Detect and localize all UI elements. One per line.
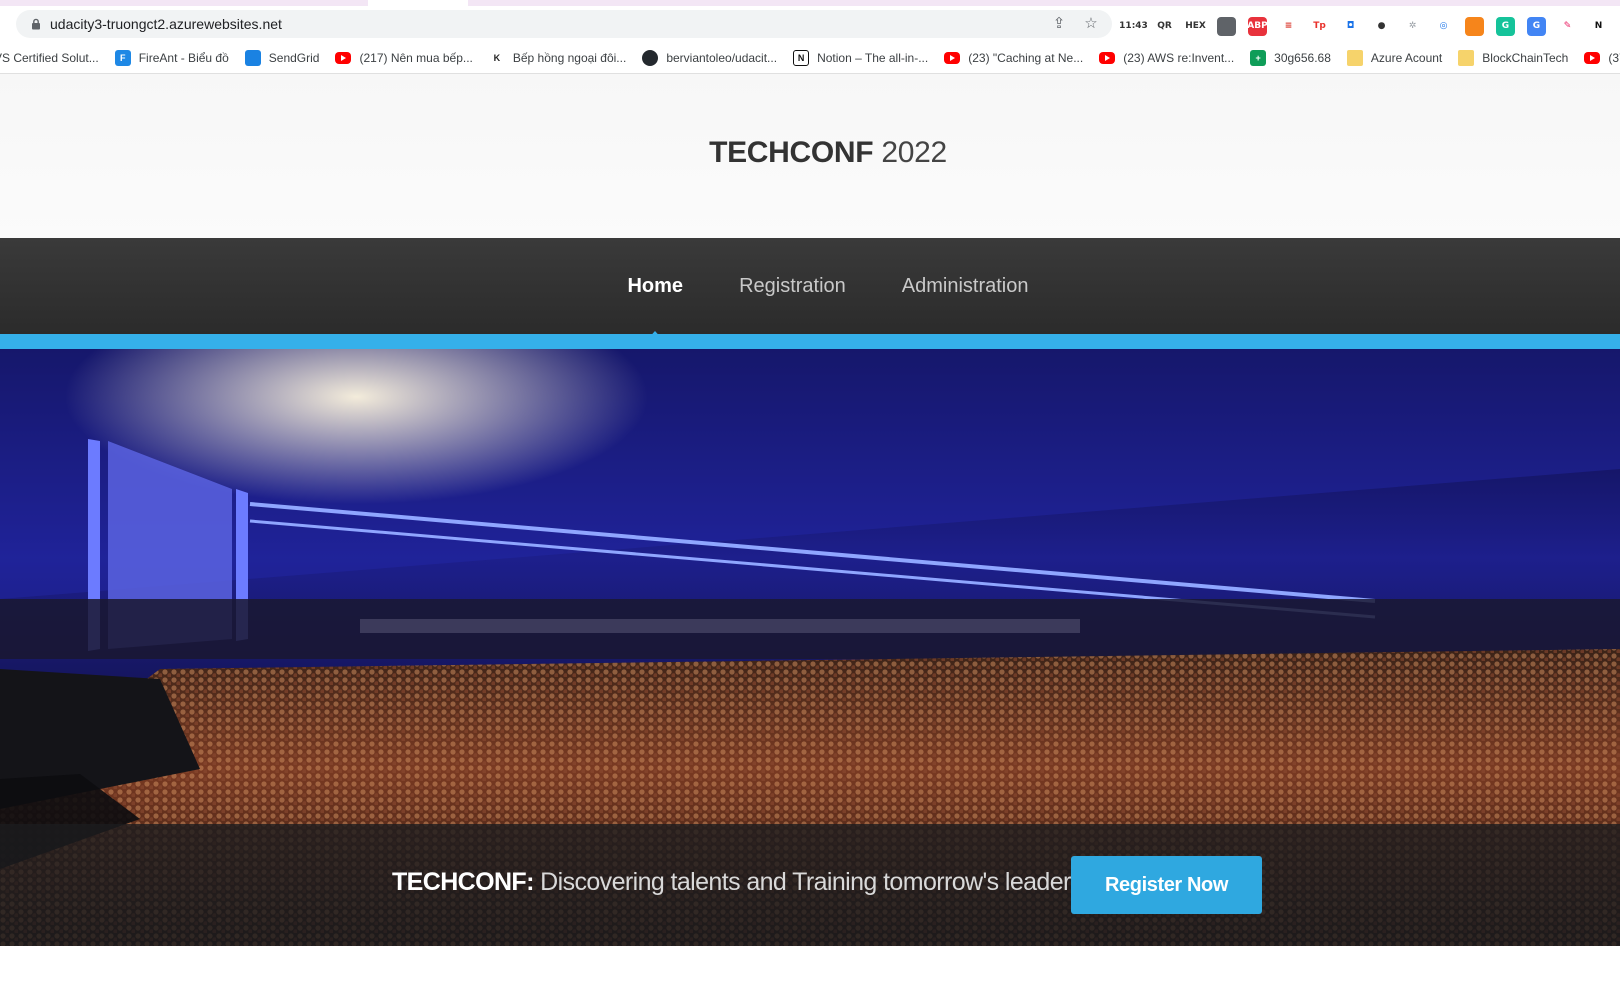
bookmark-item[interactable]: (37) [1584,51,1620,65]
bookmark-label: berviantoleo/udacit... [666,50,778,65]
bookmark-item[interactable]: F FireAnt - Biểu đồ [114,49,229,66]
github-icon [642,49,659,66]
bookmark-label: (23) "Caching at Ne... [968,50,1084,65]
browser-toolbar: udacity3-truongct2.azurewebsites.net ⇪ ☆… [0,6,1620,42]
hero-tagline-brand: TECHCONF: [392,868,534,896]
register-now-button[interactable]: Register Now [1071,856,1262,914]
nav-administration[interactable]: Administration [902,275,1029,298]
main-navbar: Home Registration Administration [0,238,1620,340]
qr-ext-icon[interactable]: QR [1155,16,1174,36]
share-icon[interactable]: ⇪ [1050,15,1068,33]
address-url[interactable]: udacity3-truongct2.azurewebsites.net [50,16,282,32]
bookmark-item[interactable]: N Notion – The all-in-... [793,49,929,66]
lock-icon [32,18,40,30]
bookmark-label: (23) AWS re:Invent... [1123,50,1235,65]
bookmark-label: (37) [1608,50,1620,65]
browser-chrome: udacity3-truongct2.azurewebsites.net ⇪ ☆… [0,0,1620,74]
hex-ext-icon[interactable]: HEX [1185,16,1206,36]
hero-tagline: TECHCONF: Discovering talents and Traini… [392,868,1083,897]
bookmark-label: Bếp hồng ngoại đôi... [512,50,627,65]
bookmark-item[interactable]: VS Certified Solut... [0,51,99,65]
sheets-icon: + [1250,49,1267,66]
bookmark-label: 30g656.68 [1274,50,1331,65]
nav-home[interactable]: Home [627,275,683,340]
grammarly-ext-icon[interactable]: G [1496,16,1515,36]
folder-icon [1458,49,1475,66]
bookmark-label: Notion – The all-in-... [817,50,929,65]
adblock-ext-icon[interactable]: ABP [1247,16,1268,36]
circle-ext-icon[interactable]: ◎ [1434,16,1453,36]
bookmark-item[interactable]: berviantoleo/udacit... [642,49,778,66]
bookmark-label: Azure Acount [1370,50,1443,65]
site-title-brand: TECHCONF [709,136,874,169]
bookmark-item[interactable]: (23) AWS re:Invent... [1099,51,1234,65]
web-page: TECHCONF 2022 Home Registration Administra… [0,74,1620,997]
bookmarks-bar: VS Certified Solut... F FireAnt - Biểu đồ S… [0,42,1620,74]
speed-ext-icon[interactable] [1217,16,1236,36]
bookmark-label: SendGrid [268,50,320,65]
hero-tagline-text: Discovering talents and Training tomorro… [540,868,1083,896]
bookmark-item[interactable]: K Bếp hồng ngoại đôi... [489,50,627,66]
accent-bar [0,334,1620,349]
hero-banner: TECHCONF: Discovering talents and Traini… [0,349,1620,946]
youtube-icon [1584,51,1601,64]
hero-cta-band: TECHCONF: Discovering talents and Traini… [0,824,1620,946]
fireant-icon: F [114,49,131,66]
extensions-toolbar: 11:43 QR HEX ABP ≡ Tp ◘ ● ✲ ◎ G G ✎ N [1119,16,1608,36]
bookmark-label: (217) Nên mua bếp... [359,50,473,65]
bookmark-label: BlockChainTech [1482,50,1569,65]
nav-list: Home Registration Administration [0,238,1620,340]
people-ext-icon[interactable]: ● [1372,16,1391,36]
bookmark-star-icon[interactable]: ☆ [1082,15,1100,33]
address-bar[interactable]: udacity3-truongct2.azurewebsites.net ⇪ ☆ [16,10,1112,38]
pen-ext-icon[interactable]: ✎ [1558,16,1577,36]
notion-ext-icon[interactable]: N [1589,16,1608,36]
sendgrid-icon [244,49,261,66]
site-title-year: 2022 [881,136,947,169]
clock-ext-icon[interactable]: 11:43 [1119,16,1148,36]
fox-ext-icon[interactable] [1465,16,1484,36]
youtube-icon [335,51,352,64]
bookmark-item[interactable]: (23) "Caching at Ne... [944,51,1083,65]
tp-ext-icon[interactable]: Tp [1310,16,1329,36]
youtube-icon [944,51,961,64]
notion-icon: N [793,49,810,66]
bookmark-item[interactable]: Azure Acount [1346,49,1443,66]
translate-ext-icon[interactable]: G [1527,16,1546,36]
bookmark-item[interactable]: SendGrid [244,49,320,66]
bookmark-item[interactable]: +30g656.68 [1250,49,1331,66]
site-header: TECHCONF 2022 [0,74,1620,238]
site-title[interactable]: TECHCONF 2022 [0,136,1620,170]
kt-icon: K [493,52,501,63]
bookmark-item[interactable]: (217) Nên mua bếp... [335,50,473,65]
nav-registration[interactable]: Registration [739,275,846,298]
folder-icon [1346,49,1363,66]
menu-ext-icon[interactable]: ≡ [1279,16,1298,36]
gear-ext-icon[interactable]: ✲ [1403,16,1422,36]
screen-ext-icon[interactable]: ◘ [1341,16,1360,36]
bookmark-item[interactable]: BlockChainTech [1458,49,1569,66]
youtube-icon [1099,51,1116,64]
bookmark-label: VS Certified Solut... [0,50,99,65]
bookmark-label: FireAnt - Biểu đồ [138,50,229,65]
